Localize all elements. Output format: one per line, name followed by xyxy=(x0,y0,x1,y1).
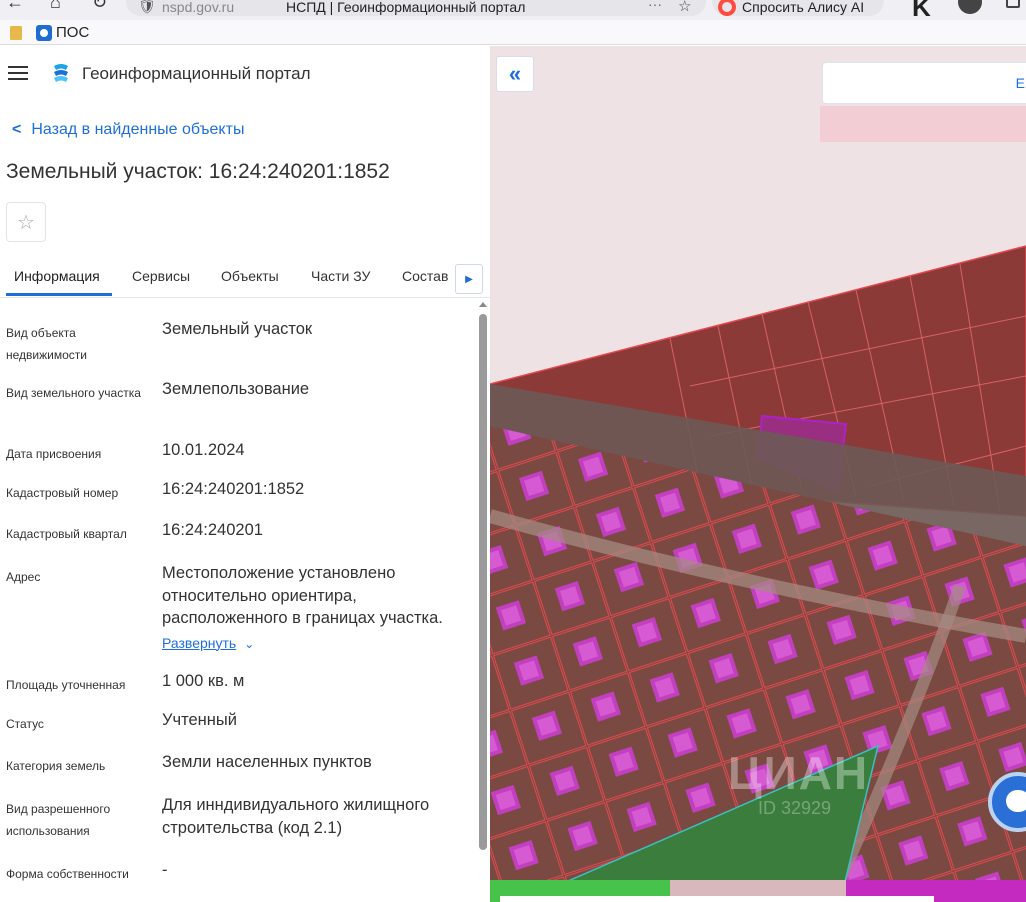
tab-composition[interactable]: Состав xyxy=(402,268,448,284)
properties-list: Вид объекта недвижимости Земельный участ… xyxy=(0,308,476,902)
star-icon: ☆ xyxy=(17,211,35,234)
tab-objects[interactable]: Объекты xyxy=(221,268,279,284)
reload-icon[interactable]: ↻ xyxy=(92,0,107,13)
folder-icon[interactable] xyxy=(10,26,22,40)
property-value: Для инндивидуального жилищного строитель… xyxy=(162,796,430,837)
property-value: Учтенный xyxy=(162,711,237,729)
back-to-results-link[interactable]: < Назад в найденные объекты xyxy=(12,121,244,139)
property-value: - xyxy=(162,861,168,879)
alice-button[interactable]: Спросить Алису AI xyxy=(712,0,884,16)
property-label: Категория земель xyxy=(6,759,106,773)
chat-bubble-icon xyxy=(1006,790,1026,812)
browser-toolbar: ← ⌂ ↻ 🛡 nspd.gov.ru НСПД | Геоинформацио… xyxy=(0,0,1026,20)
property-label: Вид объекта недвижимости xyxy=(6,326,87,362)
portal-title: Геоинформационный портал xyxy=(82,64,311,83)
url-domain: nspd.gov.ru xyxy=(162,0,235,15)
property-label: Площадь уточненная xyxy=(6,678,126,692)
property-value: 1 000 кв. м xyxy=(162,672,245,690)
active-tab-indicator xyxy=(6,293,112,296)
expand-link[interactable]: Развернуть ⌄ xyxy=(162,632,254,656)
chevron-left-icon: < xyxy=(12,121,22,138)
property-label: Вид земельного участка xyxy=(6,386,141,400)
property-value: 10.01.2024 xyxy=(162,441,245,459)
tab-information[interactable]: Информация xyxy=(14,268,100,284)
property-value: Земельный участок xyxy=(162,320,313,338)
window-icon[interactable] xyxy=(1006,0,1020,8)
address-bar[interactable]: 🛡 nspd.gov.ru НСПД | Геоинформационный п… xyxy=(126,0,706,16)
scrollbar[interactable] xyxy=(478,302,488,902)
property-label: Вид разрешенного использования xyxy=(6,802,111,838)
scroll-up-icon[interactable] xyxy=(479,302,487,307)
collapse-panel-button[interactable]: « xyxy=(496,56,534,92)
address-text: Местоположение установлено относительно … xyxy=(162,564,443,627)
watermark: ЦИАН xyxy=(728,747,870,799)
page-title: Земельный участок: 16:24:240201:1852 xyxy=(6,160,390,183)
url-title: НСПД | Геоинформационный портал xyxy=(286,0,526,15)
expand-label: Развернуть xyxy=(162,634,237,651)
tab-services[interactable]: Сервисы xyxy=(132,268,190,284)
watermark-id: ID 32929 xyxy=(758,798,832,818)
property-label: Кадастровый квартал xyxy=(6,527,127,541)
favorite-button[interactable]: ☆ xyxy=(6,202,46,242)
tab-bar: Информация Сервисы Объекты Части ЗУ Сост… xyxy=(0,258,490,298)
bookmark-item[interactable]: ПОС xyxy=(56,24,89,41)
alice-icon xyxy=(718,0,736,16)
tabs-next-button[interactable]: ▶ xyxy=(455,264,483,294)
property-value: Землепользование xyxy=(162,380,310,398)
property-value: Местоположение установлено относительно … xyxy=(162,562,462,655)
bookmarks-bar: ПОС xyxy=(0,20,1026,45)
hamburger-icon[interactable] xyxy=(8,66,28,80)
more-icon[interactable]: ··· xyxy=(648,0,662,12)
portal-logo-icon xyxy=(54,64,68,82)
property-label: Статус xyxy=(6,717,44,731)
property-label: Адрес xyxy=(6,570,41,584)
bookmark-star-icon[interactable]: ☆ xyxy=(678,0,691,15)
bookmark-favicon-icon xyxy=(36,25,52,41)
property-value: 16:24:240201 xyxy=(162,521,263,539)
double-chevron-left-icon: « xyxy=(508,61,522,86)
map-search-text: E xyxy=(1015,75,1025,91)
triangle-right-icon: ▶ xyxy=(465,273,473,285)
property-label: Кадастровый номер xyxy=(6,486,119,500)
property-label: Форма собственности xyxy=(6,867,129,881)
back-link-label: Назад в найденные объекты xyxy=(31,121,245,138)
alice-label: Спросить Алису AI xyxy=(742,0,865,15)
map-search-box[interactable]: E xyxy=(822,62,1026,104)
property-label: Дата присвоения xyxy=(6,447,102,461)
property-value: 16:24:240201:1852 xyxy=(162,480,305,498)
back-arrow-icon[interactable]: ← xyxy=(6,0,24,13)
k-logo-icon[interactable]: K xyxy=(912,0,931,20)
shield-icon: 🛡 xyxy=(138,0,156,14)
chevron-down-icon: ⌄ xyxy=(244,636,255,651)
map-view[interactable]: ЦИАН ID 32929 « E xyxy=(490,46,1026,902)
scroll-thumb[interactable] xyxy=(479,314,487,850)
info-panel: Геоинформационный портал < Назад в найден… xyxy=(0,46,490,902)
extension-icon[interactable] xyxy=(958,0,982,14)
tab-parts[interactable]: Части ЗУ xyxy=(311,268,370,284)
home-icon[interactable]: ⌂ xyxy=(50,0,61,13)
property-value: Земли населенных пунктов xyxy=(162,753,372,771)
